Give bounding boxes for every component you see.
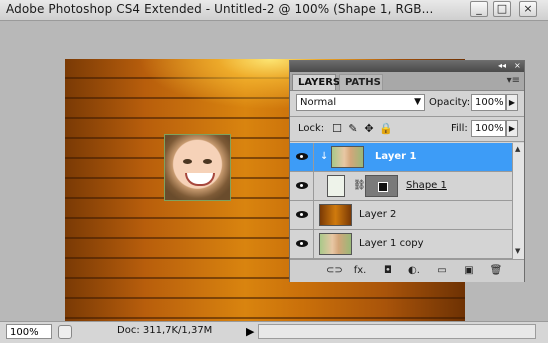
eye-icon [296,240,308,247]
blend-mode-value: Normal [300,97,337,108]
horizontal-scrollbar[interactable] [258,324,536,339]
window-title: Adobe Photoshop CS4 Extended - Untitled-… [6,2,434,16]
layer-name: Layer 1 copy [359,238,424,249]
document-size-text: Doc: 311,7K/1,37M [117,325,213,336]
vector-mask-thumbnail[interactable] [365,175,398,197]
layer-name: Layer 2 [359,209,397,220]
blend-mode-select[interactable]: Normal ▼ [296,94,425,111]
scroll-up-icon[interactable]: ▲ [515,145,520,153]
divider [290,116,524,117]
lock-label: Lock: [298,123,325,134]
opacity-input[interactable]: 100% [471,94,506,111]
layers-list: ↓ Layer 1 ⛓ Shape 1 Layer 2 Layer 1 copy [290,143,512,259]
layer-name: Layer 1 [375,151,417,162]
photo-layer-artwork [164,134,231,201]
photo-eye-right [203,159,212,164]
new-group-icon[interactable]: ▭ [435,264,449,277]
scroll-down-icon[interactable]: ▼ [515,247,520,255]
trash-icon[interactable]: 🗑 [489,264,503,277]
visibility-toggle[interactable] [290,143,314,171]
lock-position-icon[interactable]: ✥ [363,123,375,135]
opacity-label: Opacity: [429,97,471,108]
zoom-level-input[interactable]: 100% [6,324,52,339]
new-layer-icon[interactable]: ▣ [462,264,476,277]
tab-layers[interactable]: LAYERS [292,74,340,90]
eye-icon [296,182,308,189]
tab-paths[interactable]: PATHS [339,74,383,90]
lock-all-icon[interactable]: 🔒 [379,123,393,135]
layer-thumbnail [327,175,345,197]
lock-pixels-icon[interactable]: ✎ [347,123,359,135]
chain-link-icon[interactable]: ⛓ [353,180,366,191]
visibility-toggle[interactable] [290,201,314,229]
chevron-down-icon: ▼ [414,97,421,107]
layer-thumbnail [319,233,352,255]
panel-menu-icon[interactable]: ▾≡ [507,75,520,86]
fill-stepper[interactable]: ▶ [506,120,518,137]
photo-smile [185,173,215,186]
close-button[interactable]: × [519,1,537,17]
layers-scrollbar[interactable]: ▲ ▼ [512,143,524,259]
fill-label: Fill: [451,123,468,134]
layer-row-layer-1-copy[interactable]: Layer 1 copy [290,230,512,259]
panel-bottom-toolbar: ⊂⊃ fx. ◘ ◐. ▭ ▣ 🗑 [290,259,524,282]
layer-thumbnail [319,204,352,226]
fx-icon[interactable]: fx. [353,264,367,277]
layer-name: Shape 1 [406,180,447,191]
link-layers-icon[interactable]: ⊂⊃ [326,264,343,277]
maximize-button[interactable]: □ [493,1,511,17]
layer-row-shape-1[interactable]: ⛓ Shape 1 [290,172,512,201]
divider [290,141,524,142]
opacity-stepper[interactable]: ▶ [506,94,518,111]
minimize-button[interactable]: _ [470,1,488,17]
clip-arrow-icon: ↓ [320,151,329,162]
layer-row-layer-1[interactable]: ↓ Layer 1 [290,143,512,172]
visibility-toggle[interactable] [290,172,314,200]
fill-input[interactable]: 100% [471,120,506,137]
status-bar: 100% Doc: 311,7K/1,37M ▶ [0,321,548,343]
status-info-icon[interactable] [58,325,72,339]
photoshop-window: Adobe Photoshop CS4 Extended - Untitled-… [0,0,548,343]
photo-eye-left [183,159,192,164]
eye-icon [296,211,308,218]
add-mask-icon[interactable]: ◘ [381,264,395,277]
panel-tabs: LAYERS PATHS ▾≡ [290,72,524,91]
close-panel-button[interactable]: × [514,61,521,70]
layers-panel: ◂◂ × LAYERS PATHS ▾≡ Normal ▼ Opacity: 1… [289,60,525,282]
panel-header: ◂◂ × [290,61,524,72]
collapse-panel-button[interactable]: ◂◂ [498,61,506,70]
eye-icon [296,153,308,160]
visibility-toggle[interactable] [290,230,314,258]
layer-thumbnail [331,146,364,168]
title-bar: Adobe Photoshop CS4 Extended - Untitled-… [0,0,548,21]
status-menu-arrow-icon[interactable]: ▶ [246,325,254,338]
layer-row-layer-2[interactable]: Layer 2 [290,201,512,230]
adjustment-layer-icon[interactable]: ◐. [407,264,421,277]
lock-transparency-icon[interactable]: ☐ [331,123,343,135]
